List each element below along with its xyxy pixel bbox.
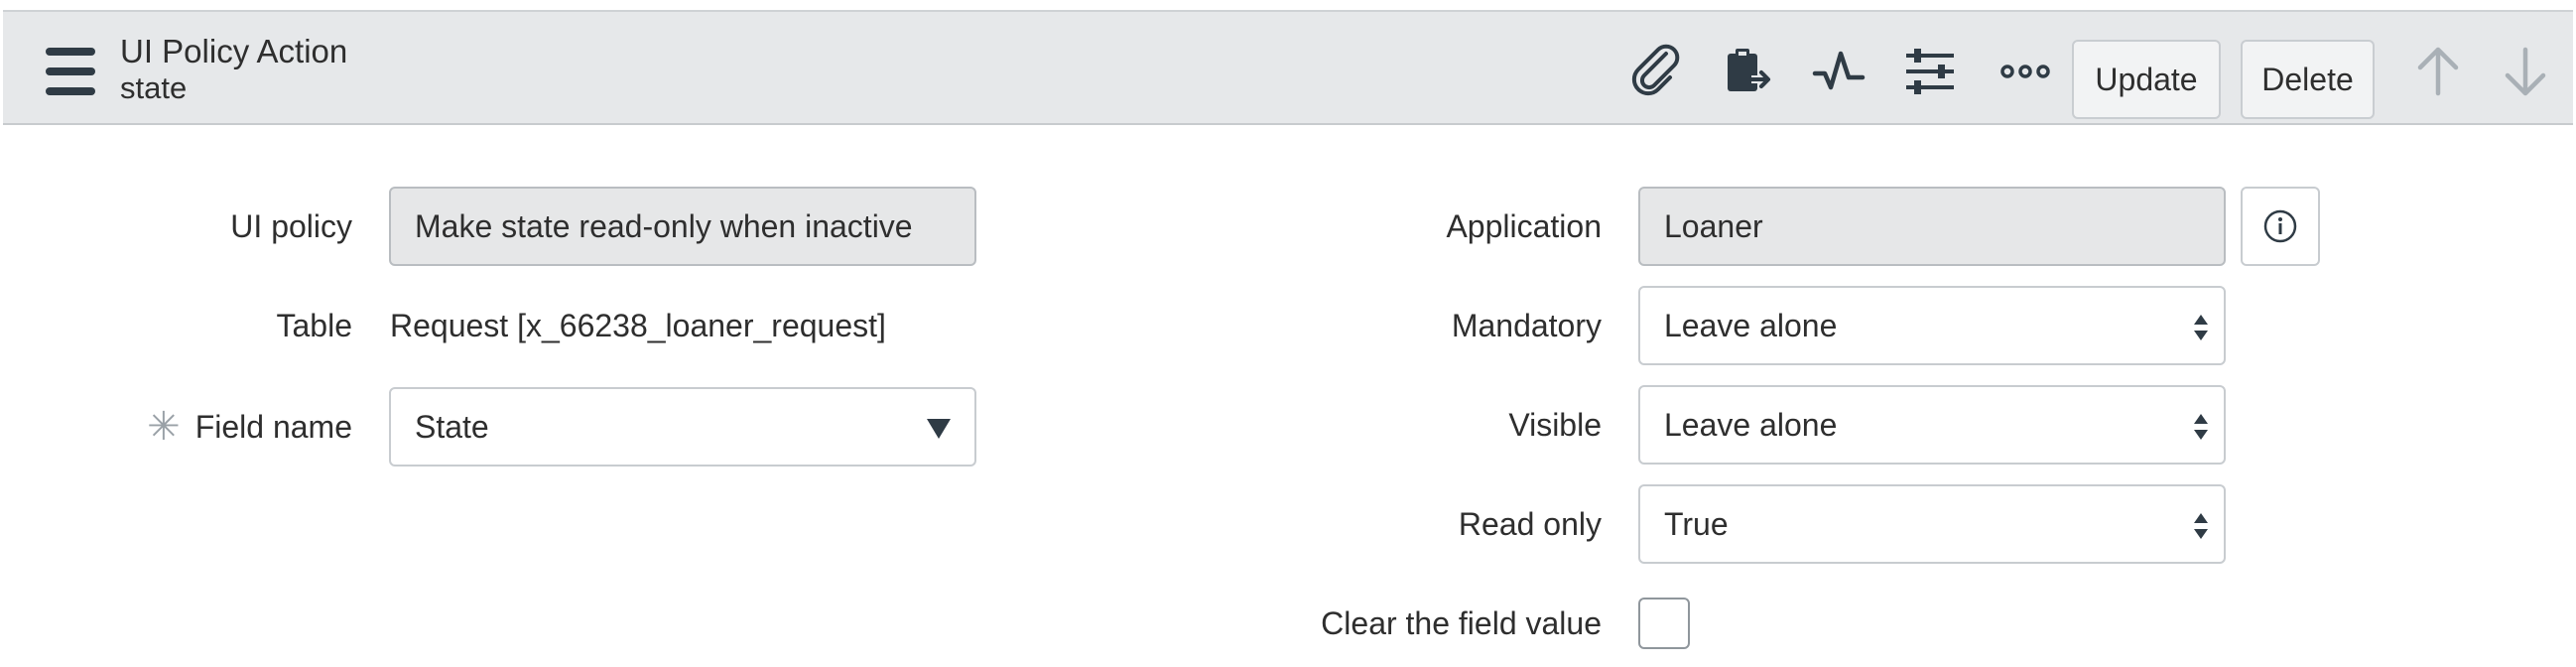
record-subtitle: state <box>120 70 188 105</box>
field-name-value: State <box>415 409 489 445</box>
select-arrows-icon <box>2194 315 2208 340</box>
required-asterisk-icon: ✳ <box>147 405 181 449</box>
clear-field-value-label: Clear the field value <box>1321 605 1602 641</box>
select-arrows-icon <box>2194 414 2208 440</box>
mandatory-value: Leave alone <box>1664 308 1838 343</box>
table-value: Request [x_66238_loaner_request] <box>390 308 886 343</box>
delete-button[interactable]: Delete <box>2241 40 2375 119</box>
application-label: Application <box>1446 208 1602 244</box>
mandatory-select[interactable]: Leave alone <box>1638 286 2226 365</box>
table-label: Table <box>276 308 353 343</box>
read-only-label: Read only <box>1458 506 1602 542</box>
clipboard-export-icon[interactable] <box>1718 42 1777 101</box>
clear-field-value-checkbox[interactable] <box>1638 598 1690 649</box>
header-title-block: UI Policy Action state <box>120 32 347 105</box>
mandatory-label: Mandatory <box>1451 308 1602 343</box>
update-button[interactable]: Update <box>2072 40 2221 119</box>
visible-value: Leave alone <box>1664 407 1838 443</box>
field-name-select[interactable]: State <box>389 387 976 467</box>
info-button[interactable] <box>2241 187 2320 266</box>
form-header: UI Policy Action state Update Delete <box>3 10 2573 125</box>
info-icon <box>2263 209 2297 243</box>
ui-policy-label: UI policy <box>230 208 352 244</box>
read-only-value: True <box>1664 506 1729 542</box>
field-name-label: Field name <box>194 409 352 445</box>
page-title: UI Policy Action <box>120 33 348 69</box>
paperclip-icon[interactable] <box>1626 42 1686 101</box>
arrow-up-icon[interactable] <box>2408 42 2468 101</box>
hamburger-menu-icon[interactable] <box>43 46 102 97</box>
visible-select[interactable]: Leave alone <box>1638 385 2226 465</box>
arrow-down-icon[interactable] <box>2496 42 2555 101</box>
select-arrows-icon <box>2194 513 2208 539</box>
visible-label: Visible <box>1508 407 1602 443</box>
activity-pulse-icon[interactable] <box>1809 42 1868 101</box>
read-only-select[interactable]: True <box>1638 484 2226 564</box>
ui-policy-field: Make state read-only when inactive <box>389 187 976 266</box>
more-options-icon[interactable] <box>1996 42 2055 101</box>
application-field: Loaner <box>1638 187 2226 266</box>
sliders-icon[interactable] <box>1900 42 1960 101</box>
dropdown-triangle-icon <box>927 419 951 439</box>
